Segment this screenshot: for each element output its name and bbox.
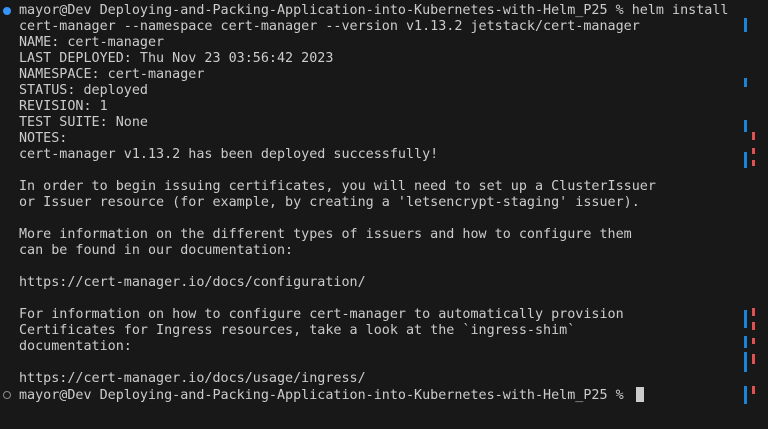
- ruler-mark: [752, 354, 755, 364]
- line-text: mayor@Dev Deploying-and-Packing-Applicat…: [19, 3, 729, 18]
- output-line: or Issuer resource (for example, by crea…: [0, 195, 742, 211]
- output-line: https://cert-manager.io/docs/usage/ingre…: [0, 371, 742, 387]
- ruler-mark: [744, 120, 747, 132]
- line-text: cert-manager v1.13.2 has been deployed s…: [19, 147, 439, 162]
- output-line: More information on the different types …: [0, 227, 742, 243]
- output-line: REVISION: 1: [0, 99, 742, 115]
- ruler-mark: [752, 322, 755, 330]
- line-text: documentation:: [19, 339, 132, 354]
- line-text: or Issuer resource (for example, by crea…: [19, 195, 640, 210]
- line-text: STATUS: deployed: [19, 83, 148, 98]
- output-line: Certificates for Ingress resources, take…: [0, 323, 742, 339]
- ruler-mark: [744, 336, 747, 348]
- ruler-mark: [744, 78, 747, 87]
- output-line: For information on how to configure cert…: [0, 307, 742, 323]
- command-success-icon[interactable]: [3, 7, 11, 15]
- output-line: NAME: cert-manager: [0, 35, 742, 51]
- output-line: LAST DEPLOYED: Thu Nov 23 03:56:42 2023: [0, 51, 742, 67]
- line-text: For information on how to configure cert…: [19, 307, 624, 322]
- ruler-mark: [744, 386, 747, 404]
- output-line: cert-manager --namespace cert-manager --…: [0, 19, 742, 35]
- line-text: TEST SUITE: None: [19, 115, 148, 130]
- line-text: REVISION: 1: [19, 99, 108, 114]
- line-text: cert-manager --namespace cert-manager --…: [19, 19, 640, 34]
- line-text: mayor@Dev Deploying-and-Packing-Applicat…: [19, 388, 632, 403]
- output-line: https://cert-manager.io/docs/configurati…: [0, 275, 742, 291]
- line-text: In order to begin issuing certificates, …: [19, 179, 656, 194]
- ruler-mark: [744, 352, 747, 372]
- ruler-mark: [752, 148, 755, 154]
- ruler-mark: [752, 160, 755, 166]
- ruler-mark: [744, 18, 747, 32]
- line-text: https://cert-manager.io/docs/configurati…: [19, 275, 366, 290]
- terminal-output[interactable]: mayor@Dev Deploying-and-Packing-Applicat…: [0, 0, 742, 429]
- line-text: Certificates for Ingress resources, take…: [19, 323, 576, 338]
- overview-ruler[interactable]: [742, 0, 768, 429]
- text-cursor: [635, 387, 644, 402]
- ruler-mark: [744, 152, 747, 168]
- line-text: More information on the different types …: [19, 227, 632, 242]
- output-line: cert-manager v1.13.2 has been deployed s…: [0, 147, 742, 163]
- ruler-mark: [744, 310, 747, 328]
- output-line: NAMESPACE: cert-manager: [0, 67, 742, 83]
- output-line: TEST SUITE: None: [0, 115, 742, 131]
- output-line: In order to begin issuing certificates, …: [0, 179, 742, 195]
- output-line: documentation:: [0, 339, 742, 355]
- command-pending-icon[interactable]: [3, 391, 11, 399]
- ruler-mark: [752, 308, 755, 316]
- ruler-mark: [752, 132, 755, 140]
- prompt-line: mayor@Dev Deploying-and-Packing-Applicat…: [0, 387, 742, 403]
- line-text: NAME: cert-manager: [19, 35, 165, 50]
- line-text: can be found in our documentation:: [19, 243, 294, 258]
- output-line: NOTES:: [0, 131, 742, 147]
- line-text: NOTES:: [19, 131, 68, 146]
- ruler-mark: [752, 338, 755, 344]
- prompt-line: mayor@Dev Deploying-and-Packing-Applicat…: [0, 3, 742, 19]
- line-text: NAMESPACE: cert-manager: [19, 67, 205, 82]
- output-line: can be found in our documentation:: [0, 243, 742, 259]
- line-text: https://cert-manager.io/docs/usage/ingre…: [19, 371, 366, 386]
- ruler-mark: [752, 386, 755, 394]
- output-line: STATUS: deployed: [0, 83, 742, 99]
- line-text: LAST DEPLOYED: Thu Nov 23 03:56:42 2023: [19, 51, 334, 66]
